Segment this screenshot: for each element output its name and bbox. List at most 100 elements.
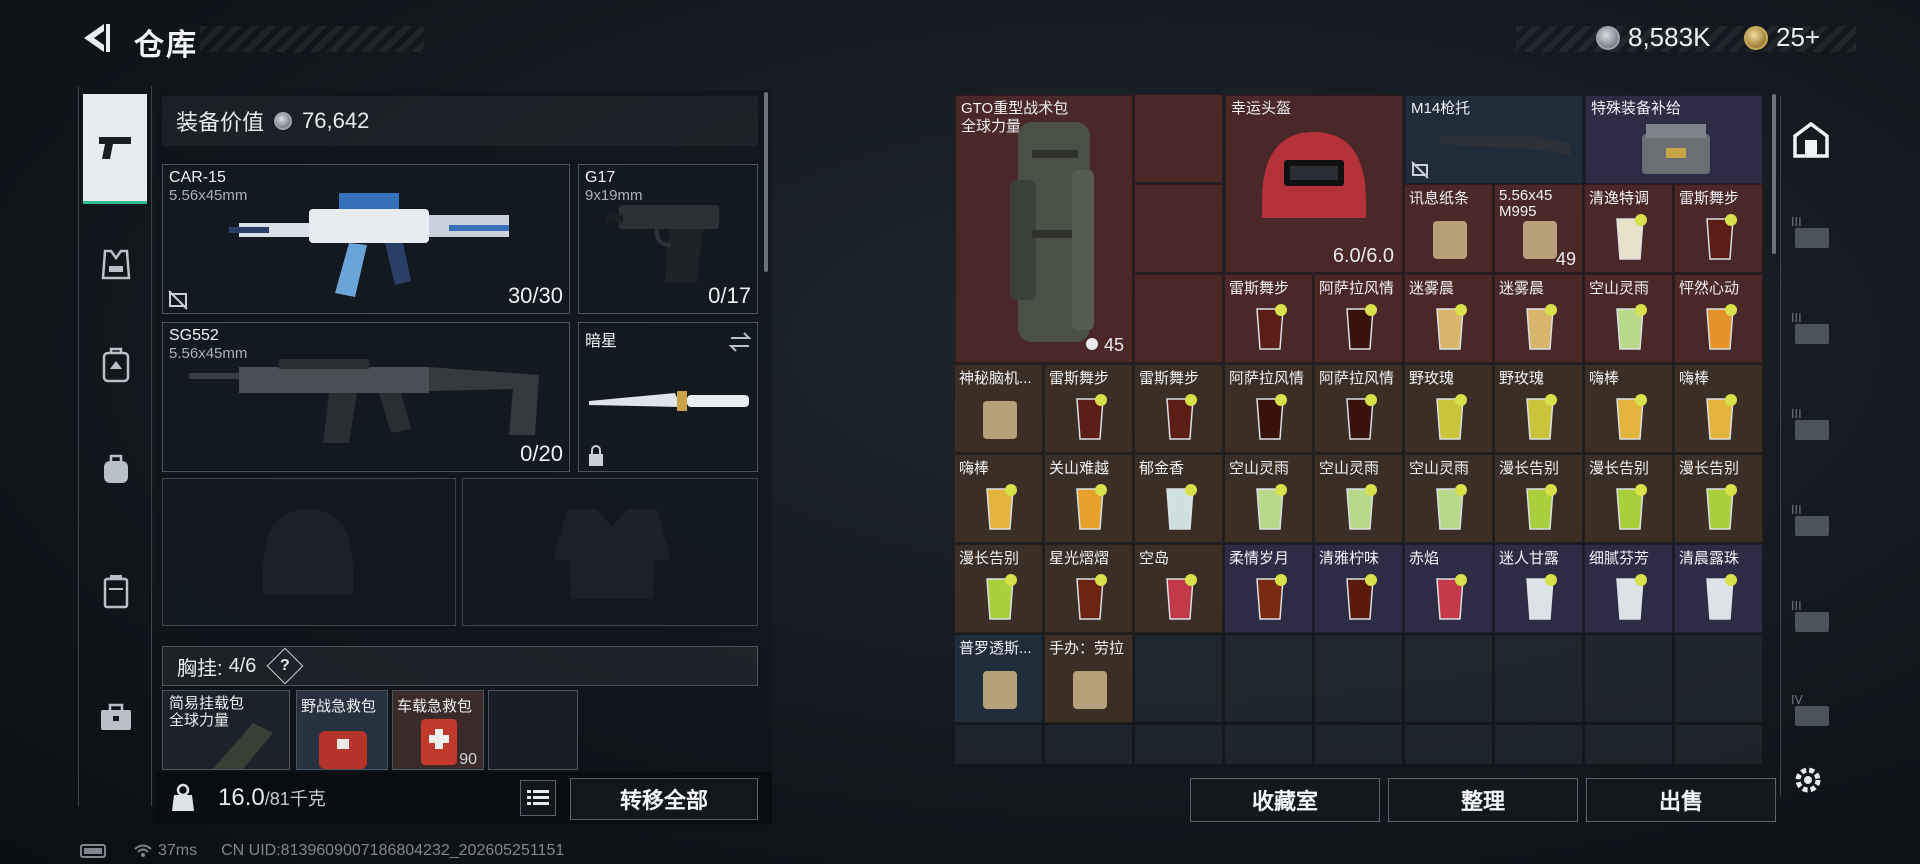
inventory-slot-empty[interactable]: [1584, 724, 1673, 764]
inventory-item[interactable]: 讯息纸条: [1404, 184, 1493, 273]
inventory-item[interactable]: 雷斯舞步: [1674, 184, 1763, 273]
inventory-item[interactable]: 赤焰: [1404, 544, 1493, 633]
inventory-item[interactable]: 柔情岁月: [1224, 544, 1313, 633]
inventory-item[interactable]: 迷雾晨: [1404, 274, 1493, 363]
sidearm-slot[interactable]: G17 9x19mm 0/17: [578, 164, 758, 314]
inventory-slot-empty[interactable]: [1044, 724, 1133, 764]
collection-room-button[interactable]: 收藏室: [1190, 778, 1380, 822]
inventory-slot-empty[interactable]: [1494, 634, 1583, 723]
inventory-item[interactable]: 嗨棒: [1674, 364, 1763, 453]
silver-currency[interactable]: 8,583K: [1596, 22, 1710, 53]
swap-icon[interactable]: [727, 331, 753, 353]
organize-button[interactable]: 整理: [1388, 778, 1578, 822]
inventory-item[interactable]: 细腻芬芳: [1584, 544, 1673, 633]
inventory-slot-empty[interactable]: [1674, 724, 1763, 764]
primary-weapon-slot[interactable]: CAR-15 5.56x45mm 30/30: [162, 164, 570, 314]
inventory-item[interactable]: 空山灵雨: [1584, 274, 1673, 363]
inventory-item-supply-crate[interactable]: 特殊装备补给: [1585, 95, 1763, 184]
back-button[interactable]: [76, 18, 116, 58]
inventory-slot-empty[interactable]: [1134, 274, 1223, 363]
inventory-slot-empty[interactable]: [1404, 634, 1493, 723]
list-view-button[interactable]: [520, 780, 556, 816]
rail-container-2[interactable]: III: [1791, 310, 1831, 344]
inventory-item[interactable]: 漫长告别: [1674, 454, 1763, 543]
inventory-item[interactable]: 清雅柠味: [1314, 544, 1403, 633]
chest-item[interactable]: 野战急救包: [296, 690, 388, 770]
inventory-item-m14-stock[interactable]: M14枪托: [1405, 95, 1583, 184]
item-name: 空山灵雨: [1589, 280, 1650, 297]
inventory-slot-empty[interactable]: [1134, 94, 1223, 183]
inventory-item[interactable]: 郁金香: [1134, 454, 1223, 543]
inventory-item[interactable]: 清晨露珠: [1674, 544, 1763, 633]
inventory-scrollbar[interactable]: [1772, 94, 1776, 254]
inventory-item[interactable]: 空山灵雨: [1404, 454, 1493, 543]
inventory-slot-empty[interactable]: [1674, 634, 1763, 723]
nav-armor[interactable]: [87, 236, 145, 294]
inventory-slot-empty[interactable]: [1404, 724, 1493, 764]
inventory-slot-empty[interactable]: [1314, 634, 1403, 723]
helmet-slot[interactable]: [162, 478, 456, 626]
inventory-item[interactable]: 漫长告别: [1584, 454, 1673, 543]
chest-item[interactable]: 车载急救包 90: [392, 690, 484, 770]
inventory-slot-empty[interactable]: [1494, 724, 1583, 764]
inventory-item-helmet[interactable]: 幸运头盔 6.0/6.0: [1225, 95, 1403, 273]
inventory-item[interactable]: 神秘脑机...: [954, 364, 1043, 453]
inventory-item[interactable]: 空岛: [1134, 544, 1223, 633]
inventory-slot-empty[interactable]: [1134, 724, 1223, 764]
inventory-item[interactable]: 5.56x45 M995 49: [1494, 184, 1583, 273]
inventory-slot-empty[interactable]: [1224, 724, 1313, 764]
inventory-item[interactable]: 漫长告别: [954, 544, 1043, 633]
rail-container-3[interactable]: III: [1791, 406, 1831, 440]
inventory-item[interactable]: 迷雾晨: [1494, 274, 1583, 363]
inventory-item[interactable]: 漫长告别: [1494, 454, 1583, 543]
inventory-item[interactable]: 雷斯舞步: [1134, 364, 1223, 453]
inventory-slot-empty[interactable]: [1584, 634, 1673, 723]
settings-button[interactable]: [1790, 762, 1830, 802]
inventory-slot-empty[interactable]: [1224, 634, 1313, 723]
inventory-slot-empty[interactable]: [1134, 184, 1223, 273]
rail-container-6[interactable]: IV: [1791, 692, 1831, 726]
sell-button[interactable]: 出售: [1586, 778, 1776, 822]
inventory-item[interactable]: 清逸特调: [1584, 184, 1673, 273]
nav-backpack[interactable]: [87, 336, 145, 394]
help-button[interactable]: ?: [266, 647, 304, 685]
inventory-item[interactable]: 空山灵雨: [1314, 454, 1403, 543]
inventory-item[interactable]: 星光熠熠: [1044, 544, 1133, 633]
rail-container-1[interactable]: III: [1791, 214, 1831, 248]
chest-item-empty[interactable]: [488, 690, 578, 770]
inventory-item[interactable]: 野玫瑰: [1494, 364, 1583, 453]
inventory-item[interactable]: 嗨棒: [954, 454, 1043, 543]
chest-item[interactable]: 简易挂载包 全球力量: [162, 690, 290, 770]
inventory-item[interactable]: 雷斯舞步: [1044, 364, 1133, 453]
cocktail-glass-icon: [1526, 394, 1557, 440]
inventory-item[interactable]: 普罗透斯...: [954, 634, 1043, 723]
inventory-item[interactable]: 阿萨拉风情: [1314, 274, 1403, 363]
transfer-all-button[interactable]: 转移全部: [570, 778, 758, 820]
inventory-slot-empty[interactable]: [954, 724, 1043, 764]
rail-container-4[interactable]: III: [1791, 502, 1831, 536]
rail-container-5[interactable]: III: [1791, 598, 1831, 632]
inventory-item[interactable]: 怦然心动: [1674, 274, 1763, 363]
gold-currency[interactable]: 25+: [1744, 22, 1820, 53]
melee-slot[interactable]: 暗星: [578, 322, 758, 472]
rail-safehouse[interactable]: [1791, 120, 1831, 158]
nav-weapons[interactable]: [83, 94, 147, 204]
inventory-slot-empty[interactable]: [1314, 724, 1403, 764]
inventory-item-backpack[interactable]: GTO重型战术包 全球力量 45: [955, 95, 1133, 363]
inventory-item[interactable]: 关山难越: [1044, 454, 1133, 543]
inventory-item[interactable]: 手办：劳拉: [1044, 634, 1133, 723]
nav-bag[interactable]: [87, 440, 145, 498]
armor-slot[interactable]: [462, 478, 758, 626]
inventory-slot-empty[interactable]: [1134, 634, 1223, 723]
inventory-item[interactable]: 阿萨拉风情: [1224, 364, 1313, 453]
equipment-scrollbar[interactable]: [764, 92, 768, 272]
inventory-item[interactable]: 空山灵雨: [1224, 454, 1313, 543]
secondary-weapon-slot[interactable]: SG552 5.56x45mm 0/20: [162, 322, 570, 472]
inventory-item[interactable]: 野玫瑰: [1404, 364, 1493, 453]
inventory-item[interactable]: 嗨棒: [1584, 364, 1673, 453]
inventory-item[interactable]: 阿萨拉风情: [1314, 364, 1403, 453]
nav-case[interactable]: [87, 562, 145, 620]
nav-toolbox[interactable]: [87, 688, 145, 746]
inventory-item[interactable]: 迷人甘露: [1494, 544, 1583, 633]
inventory-item[interactable]: 雷斯舞步: [1224, 274, 1313, 363]
